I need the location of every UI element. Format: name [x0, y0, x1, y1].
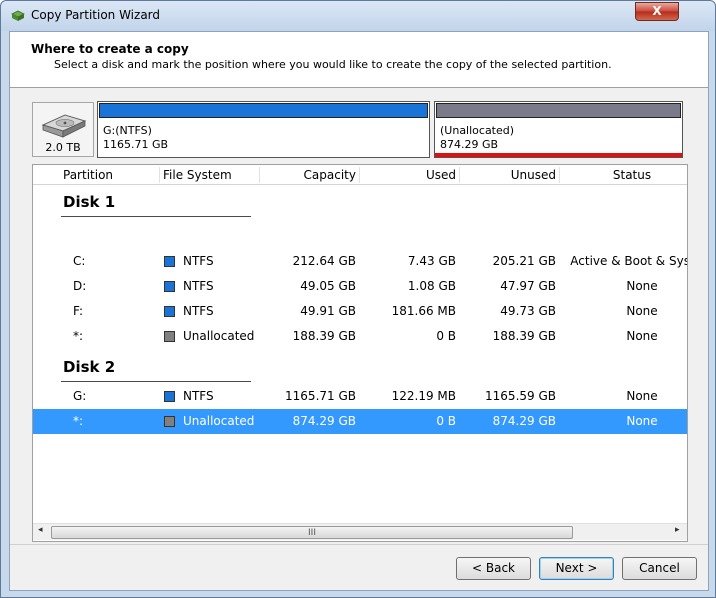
column-used[interactable]: Used [363, 168, 456, 182]
partition-wizard-icon [11, 10, 25, 21]
used-cell: 7.43 GB [407, 254, 456, 268]
table-row[interactable]: *: Unallocated 874.29 GB 0 B 874.29 GB None [33, 409, 687, 434]
partition-size: 1165.71 GB [103, 138, 169, 151]
column-file-system[interactable]: File System [163, 168, 232, 182]
close-icon: X [652, 4, 662, 18]
unused-cell: 188.39 GB [492, 329, 556, 343]
partition-cell: F: [73, 304, 84, 318]
partition-usage-bar [99, 103, 428, 118]
column-status[interactable]: Status [563, 168, 687, 182]
partition-label: (Unallocated) [440, 124, 515, 137]
file-system-color-icon [164, 391, 175, 402]
hard-disk-icon [41, 114, 87, 138]
header-subtitle: Select a disk and mark the position wher… [54, 58, 612, 71]
disk-divider [61, 381, 251, 382]
title-bar: Copy Partition Wizard X [1, 1, 715, 31]
partition-list: Partition File System Capacity Used Unus… [32, 164, 688, 542]
file-system-color-icon [164, 281, 175, 292]
unused-cell: 874.29 GB [492, 414, 556, 428]
grip-icon: III [308, 528, 316, 538]
disk-divider [61, 216, 251, 217]
horizontal-scrollbar[interactable]: ◂ III ▸ [33, 523, 687, 540]
used-cell: 0 B [436, 414, 456, 428]
used-cell: 122.19 MB [391, 389, 456, 403]
table-row[interactable]: *: Unallocated 188.39 GB 0 B 188.39 GB None [33, 324, 687, 349]
disk-2-label: Disk 2 [63, 358, 116, 376]
back-button[interactable]: < Back [456, 557, 531, 580]
next-button[interactable]: Next > [539, 557, 614, 580]
partition-cell: G: [73, 389, 87, 403]
table-row[interactable]: C: NTFS 212.64 GB 7.43 GB 205.21 GB Active & … [33, 249, 687, 274]
copy-partition-wizard-window: Copy Partition Wizard X Where to create … [0, 0, 716, 598]
selection-indicator [435, 153, 682, 157]
capacity-cell: 188.39 GB [292, 329, 356, 343]
used-cell: 1.08 GB [407, 279, 456, 293]
disk-1-label: Disk 1 [63, 193, 116, 211]
disk-map: 2.0 TB G:(NTFS) 1165.71 GB (Unallocated)… [32, 101, 687, 159]
capacity-cell: 49.05 GB [300, 279, 356, 293]
unused-cell: 47.97 GB [500, 279, 556, 293]
status-cell: None [626, 389, 658, 403]
file-system-cell: Unallocated [183, 329, 255, 343]
disk-map-partition-unallocated[interactable]: (Unallocated) 874.29 GB [434, 101, 683, 158]
unused-cell: 1165.59 GB [485, 389, 556, 403]
unused-cell: 205.21 GB [492, 254, 556, 268]
partition-label: G:(NTFS) [103, 124, 152, 137]
used-cell: 0 B [436, 329, 456, 343]
disk-tile[interactable]: 2.0 TB [32, 102, 94, 157]
file-system-cell: NTFS [183, 389, 214, 403]
partition-cell: D: [73, 279, 87, 293]
scroll-right-icon[interactable]: ▸ [675, 525, 680, 535]
close-button[interactable]: X [635, 2, 679, 21]
header-title: Where to create a copy [31, 42, 189, 56]
column-header: Partition File System Capacity Used Unus… [33, 165, 687, 185]
partition-cell: *: [73, 414, 84, 428]
partition-cell: C: [73, 254, 86, 268]
table-row[interactable]: G: NTFS 1165.71 GB 122.19 MB 1165.59 GB None [33, 384, 687, 409]
column-partition[interactable]: Partition [63, 168, 113, 182]
scrollbar-thumb[interactable]: III [51, 526, 573, 539]
scroll-left-icon[interactable]: ◂ [38, 525, 43, 535]
column-capacity[interactable]: Capacity [263, 168, 356, 182]
status-cell: None [626, 279, 658, 293]
file-system-color-icon [164, 416, 175, 427]
status-cell: None [626, 329, 658, 343]
disk-map-partition-g[interactable]: G:(NTFS) 1165.71 GB [97, 101, 430, 158]
table-row[interactable]: F: NTFS 49.91 GB 181.66 MB 49.73 GB None [33, 299, 687, 324]
partition-usage-bar [436, 103, 681, 118]
capacity-cell: 1165.71 GB [285, 389, 356, 403]
unused-cell: 49.73 GB [500, 304, 556, 318]
column-unused[interactable]: Unused [463, 168, 556, 182]
file-system-color-icon [164, 306, 175, 317]
window-title: Copy Partition Wizard [31, 8, 161, 22]
file-system-cell: NTFS [183, 254, 214, 268]
capacity-cell: 212.64 GB [292, 254, 356, 268]
disk-capacity: 2.0 TB [45, 141, 81, 154]
partition-size: 874.29 GB [440, 138, 499, 151]
wizard-client-area: Where to create a copy Select a disk and… [9, 31, 709, 591]
status-cell: None [626, 414, 658, 428]
file-system-color-icon [164, 256, 175, 267]
footer-divider [10, 544, 708, 545]
table-row[interactable]: D: NTFS 49.05 GB 1.08 GB 47.97 GB None [33, 274, 687, 299]
cancel-button[interactable]: Cancel [622, 557, 697, 580]
file-system-cell: NTFS [183, 279, 214, 293]
capacity-cell: 874.29 GB [292, 414, 356, 428]
used-cell: 181.66 MB [391, 304, 456, 318]
file-system-cell: NTFS [183, 304, 214, 318]
file-system-color-icon [164, 331, 175, 342]
status-cell: None [626, 304, 658, 318]
wizard-header: Where to create a copy Select a disk and… [10, 32, 708, 88]
capacity-cell: 49.91 GB [300, 304, 356, 318]
partition-cell: *: [73, 329, 84, 343]
status-cell: Active & Boot & System [570, 254, 688, 268]
file-system-cell: Unallocated [183, 414, 255, 428]
